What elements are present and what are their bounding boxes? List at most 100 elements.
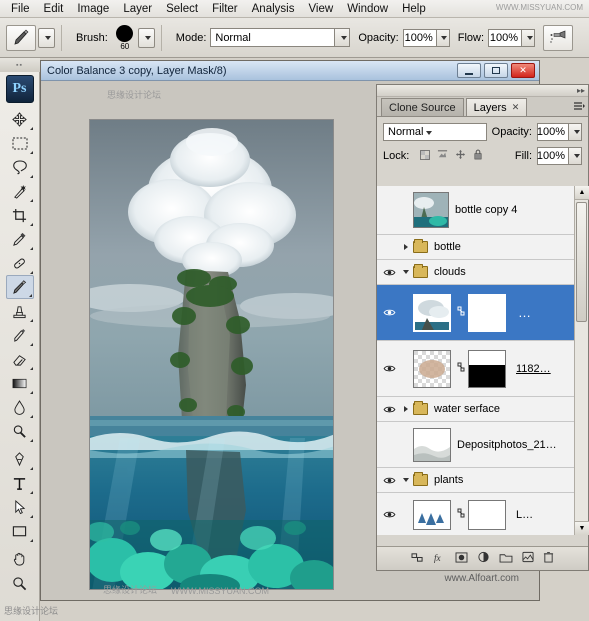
layer-row[interactable]: L… — [377, 493, 588, 535]
tool-crop[interactable] — [6, 203, 34, 227]
menu-item-select[interactable]: Select — [159, 2, 205, 16]
tool-gradient[interactable] — [6, 371, 34, 395]
flow-input[interactable]: 100% — [488, 28, 523, 47]
layer-list[interactable]: bottle copy 4 bottle clouds … 1182… wate… — [377, 186, 588, 535]
layer-row[interactable]: 1182… — [377, 341, 588, 397]
tool-move[interactable] — [6, 107, 34, 131]
tool-blur[interactable] — [6, 395, 34, 419]
new-group-icon[interactable] — [499, 552, 513, 566]
tool-eyedropper[interactable] — [6, 227, 34, 251]
fill-input[interactable]: 100% — [537, 147, 569, 165]
layer-visibility-toggle[interactable] — [379, 405, 399, 414]
tool-pen[interactable] — [6, 447, 34, 471]
close-icon[interactable]: ✕ — [512, 102, 520, 113]
brush-preset-dropdown[interactable] — [137, 27, 155, 48]
blend-mode-select[interactable]: Normal — [210, 28, 351, 47]
layer-style-fx-icon[interactable]: fx — [433, 552, 446, 566]
group-expand-arrow[interactable] — [399, 476, 413, 484]
tool-type[interactable] — [6, 471, 34, 495]
scrollbar-thumb[interactable] — [576, 202, 587, 322]
layer-visibility-toggle[interactable] — [379, 476, 399, 485]
lock-all-icon[interactable] — [473, 149, 483, 163]
tool-lasso[interactable] — [6, 155, 34, 179]
panel-drag-handle[interactable]: ▸▸ — [377, 85, 588, 97]
toolbox-drag-handle[interactable]: ▪▪ — [0, 58, 40, 72]
menu-item-image[interactable]: Image — [70, 2, 116, 16]
tool-dodge[interactable] — [6, 419, 34, 443]
lock-image-icon[interactable] — [437, 149, 448, 163]
maximize-button[interactable] — [484, 63, 508, 78]
layer-mask-thumbnail[interactable] — [468, 499, 506, 530]
group-expand-arrow[interactable] — [399, 268, 413, 276]
mask-link-icon[interactable] — [457, 507, 465, 522]
current-tool-preview[interactable] — [6, 24, 36, 51]
lock-position-icon[interactable] — [455, 149, 466, 163]
fill-arrow[interactable] — [569, 147, 582, 165]
layer-thumbnail[interactable] — [413, 427, 451, 462]
lock-transparency-icon[interactable] — [420, 149, 431, 163]
menu-item-edit[interactable]: Edit — [37, 2, 71, 16]
opacity-input[interactable]: 100% — [402, 28, 437, 47]
menu-item-layer[interactable]: Layer — [116, 2, 159, 16]
layer-row-selected[interactable]: … — [377, 285, 588, 341]
mask-link-icon[interactable] — [457, 361, 465, 376]
layer-row[interactable]: bottle — [377, 235, 588, 260]
layer-thumbnail[interactable] — [413, 349, 451, 388]
group-expand-arrow[interactable] — [399, 405, 413, 413]
tool-preset-dropdown[interactable] — [38, 27, 55, 48]
tab-layers[interactable]: Layers ✕ — [465, 98, 528, 116]
layer-blend-mode-select[interactable]: Normal — [383, 123, 487, 141]
layer-opacity-arrow[interactable] — [569, 123, 582, 141]
layer-mask-thumbnail[interactable] — [468, 293, 506, 332]
layer-opacity-input[interactable]: 100% — [537, 123, 569, 141]
tool-brush[interactable] — [5, 275, 34, 299]
tab-clone-source[interactable]: Clone Source — [381, 98, 464, 116]
tool-shape[interactable] — [6, 519, 34, 543]
layer-visibility-toggle[interactable] — [379, 364, 399, 373]
layer-row[interactable]: Depositphotos_21… — [377, 422, 588, 468]
tool-marquee[interactable] — [6, 131, 34, 155]
menu-item-help[interactable]: Help — [395, 2, 433, 16]
group-expand-arrow[interactable] — [399, 243, 413, 251]
new-adjustment-layer-icon[interactable] — [477, 551, 490, 566]
new-layer-icon[interactable] — [522, 551, 534, 566]
close-button[interactable]: ✕ — [511, 63, 535, 78]
menu-item-view[interactable]: View — [301, 2, 340, 16]
layer-row[interactable]: plants — [377, 468, 588, 493]
mask-link-icon[interactable] — [457, 305, 465, 320]
scroll-down-arrow[interactable]: ▼ — [575, 521, 589, 535]
tool-zoom[interactable] — [6, 571, 34, 595]
layer-visibility-toggle[interactable] — [379, 268, 399, 277]
opacity-slider-arrow[interactable] — [436, 28, 450, 47]
layer-thumbnail[interactable] — [413, 293, 451, 332]
tool-path-selection[interactable] — [6, 495, 34, 519]
brush-preset-preview[interactable]: 60 — [112, 23, 138, 53]
tool-clone-stamp[interactable] — [6, 299, 34, 323]
layer-thumbnail[interactable] — [413, 192, 449, 228]
menu-item-filter[interactable]: Filter — [205, 2, 245, 16]
tool-eraser[interactable] — [6, 347, 34, 371]
document-title-bar[interactable]: Color Balance 3 copy, Layer Mask/8) ✕ — [41, 61, 539, 81]
layer-mask-thumbnail[interactable] — [468, 349, 506, 388]
menu-item-analysis[interactable]: Analysis — [245, 2, 302, 16]
layer-row[interactable]: water serface — [377, 397, 588, 422]
artwork-image[interactable] — [89, 119, 334, 590]
delete-layer-icon[interactable] — [543, 551, 554, 566]
airbrush-toggle[interactable] — [543, 24, 574, 51]
tool-quick-select[interactable] — [6, 179, 34, 203]
tool-history-brush[interactable] — [6, 323, 34, 347]
layer-thumbnail[interactable] — [413, 499, 451, 530]
scroll-up-arrow[interactable]: ▲ — [575, 186, 589, 200]
panel-menu-icon[interactable] — [573, 101, 585, 114]
minimize-button[interactable] — [457, 63, 481, 78]
menu-item-window[interactable]: Window — [340, 2, 395, 16]
layer-visibility-toggle[interactable] — [379, 308, 399, 317]
layer-visibility-toggle[interactable] — [379, 510, 399, 519]
menu-item-file[interactable]: File — [4, 2, 37, 16]
link-layers-icon[interactable] — [411, 552, 424, 566]
tool-hand[interactable] — [6, 547, 34, 571]
flow-slider-arrow[interactable] — [522, 28, 536, 47]
layer-row[interactable]: clouds — [377, 260, 588, 285]
tool-healing-brush[interactable] — [6, 251, 34, 275]
add-mask-icon[interactable] — [455, 551, 468, 566]
